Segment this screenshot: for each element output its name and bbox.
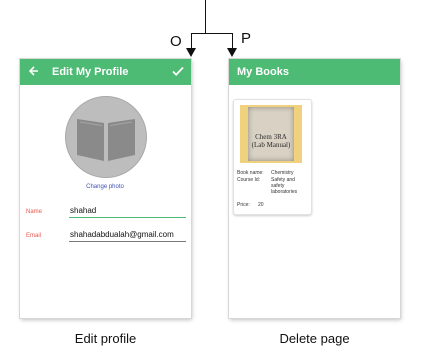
book-card[interactable]: Chem 3RA (Lab Manual) Book name: Chemist…: [233, 99, 312, 215]
cover-text-title: Chem 3RA: [255, 133, 287, 141]
arrow-down-icon: [227, 48, 237, 57]
email-field-label: Email: [26, 233, 42, 239]
book-name-label: Book name:: [237, 170, 264, 176]
course-id-value: Safety and safety laboratories: [271, 177, 298, 195]
change-photo-link[interactable]: Change photo: [20, 184, 190, 190]
edit-profile-appbar: Edit My Profile: [20, 59, 191, 85]
check-icon[interactable]: [171, 64, 185, 78]
cover-text-subtitle: (Lab Manual): [251, 141, 291, 149]
price-label: Price:: [237, 202, 250, 208]
flow-label-left: O: [170, 33, 182, 50]
edit-profile-caption: Edit profile: [74, 331, 137, 346]
book-cover: Chem 3RA (Lab Manual): [240, 105, 302, 163]
name-input[interactable]: shahad: [70, 206, 186, 215]
email-input[interactable]: shahadabdualah@gmail.com: [70, 230, 186, 239]
name-field-label: Name: [26, 209, 43, 215]
my-books-screen: My Books Chem 3RA (Lab Manual) Book name…: [229, 59, 400, 318]
delete-page-caption: Delete page: [279, 331, 350, 346]
email-input-underline: [69, 241, 186, 242]
back-arrow-icon[interactable]: [28, 65, 40, 77]
profile-photo[interactable]: [65, 96, 147, 178]
edit-profile-screen: Edit My Profile Change photo Name shahad…: [20, 59, 191, 318]
course-id-label: Course Id:: [237, 177, 261, 183]
arrow-down-icon: [186, 48, 196, 57]
book-cover-photo: Chem 3RA (Lab Manual): [248, 107, 294, 161]
my-books-title: My Books: [237, 66, 289, 78]
book-list: Chem 3RA (Lab Manual) Book name: Chemist…: [229, 85, 400, 318]
open-book-icon: [77, 119, 135, 161]
edit-profile-title: Edit My Profile: [52, 66, 129, 78]
price-value: 20: [258, 202, 264, 208]
connector-crossbar: [191, 33, 233, 34]
connector-stem: [205, 0, 206, 34]
name-input-underline: [69, 217, 186, 218]
book-name-value: Chemistry: [271, 170, 294, 176]
flow-label-right: P: [241, 30, 252, 47]
my-books-appbar: My Books: [229, 59, 400, 85]
